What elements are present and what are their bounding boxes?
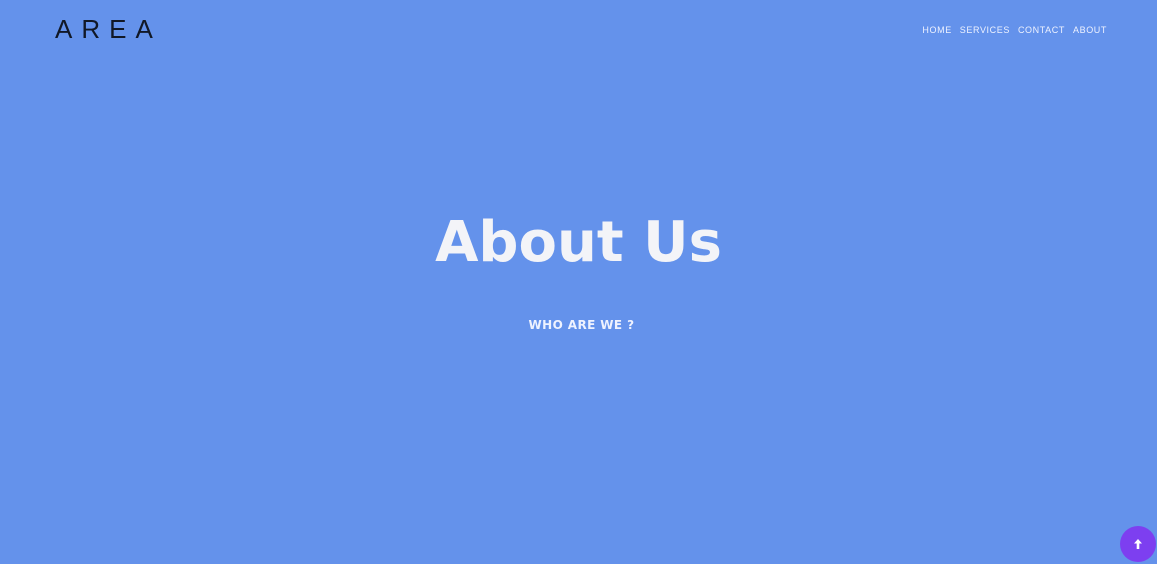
page-title: About Us xyxy=(435,210,722,275)
scroll-to-top-button[interactable] xyxy=(1120,526,1156,562)
nav-link-contact[interactable]: CONTACT xyxy=(1018,24,1065,36)
arrow-up-icon xyxy=(1134,539,1142,549)
nav-link-about[interactable]: ABOUT xyxy=(1073,24,1107,36)
nav-link-home[interactable]: HOME xyxy=(922,24,951,36)
site-logo[interactable]: AREA xyxy=(55,12,162,46)
nav-link-services[interactable]: SERVICES xyxy=(960,24,1010,36)
page-subtitle: WHO ARE WE ? xyxy=(528,318,635,332)
main-nav: HOME SERVICES CONTACT ABOUT xyxy=(922,24,1107,36)
